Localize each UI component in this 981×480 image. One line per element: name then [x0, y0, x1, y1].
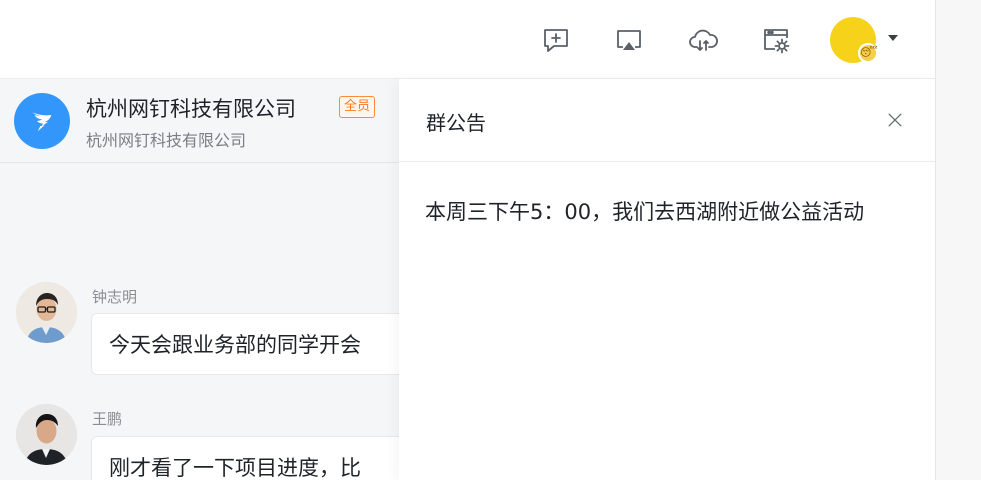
screen-share-icon	[617, 30, 641, 50]
status-badge-icon: 😴	[858, 43, 878, 63]
announcement-title: 群公告	[426, 111, 486, 135]
sender-name: 钟志明	[92, 288, 138, 306]
person-avatar-icon	[16, 404, 77, 465]
user-avatar[interactable]: 😴	[830, 17, 878, 63]
new-message-icon	[544, 29, 568, 52]
new-message-button[interactable]	[537, 21, 575, 59]
side-strip	[935, 0, 981, 480]
chevron-down-icon[interactable]	[888, 35, 898, 41]
sender-avatar[interactable]	[16, 282, 77, 343]
message-bubble[interactable]: 刚才看了一下项目进度，比	[91, 436, 411, 480]
announcement-content: 本周三下午5：00，我们去西湖附近做公益活动	[425, 200, 865, 224]
screen-share-button[interactable]	[610, 21, 648, 59]
announcement-panel: 群公告 本周三下午5：00，我们去西湖附近做公益活动	[399, 79, 935, 480]
close-button[interactable]	[883, 108, 907, 132]
cloud-drive-button[interactable]	[684, 21, 722, 59]
org-logo-icon[interactable]	[14, 93, 70, 149]
person-avatar-icon	[16, 282, 77, 343]
dingtalk-logo-icon	[32, 112, 52, 132]
cloud-drive-icon	[689, 29, 718, 51]
group-title: 杭州网钉科技有限公司	[86, 97, 296, 121]
group-subtitle: 杭州网钉科技有限公司	[86, 131, 247, 150]
message-bubble[interactable]: 今天会跟业务部的同学开会	[91, 313, 411, 375]
announcement-header: 群公告	[399, 79, 935, 162]
top-toolbar: 😴	[0, 0, 935, 79]
sender-name: 王鹏	[92, 410, 123, 428]
all-members-tag: 全员	[339, 96, 376, 118]
app-window: 😴 杭州网钉科技有限公司 全员 杭州网钉科技有限公司 钟志明 今天会跟业务部的同…	[0, 0, 935, 480]
workbench-settings-button[interactable]	[757, 21, 795, 59]
close-icon	[888, 113, 902, 127]
workbench-settings-icon	[764, 29, 790, 54]
sender-avatar[interactable]	[16, 404, 77, 465]
